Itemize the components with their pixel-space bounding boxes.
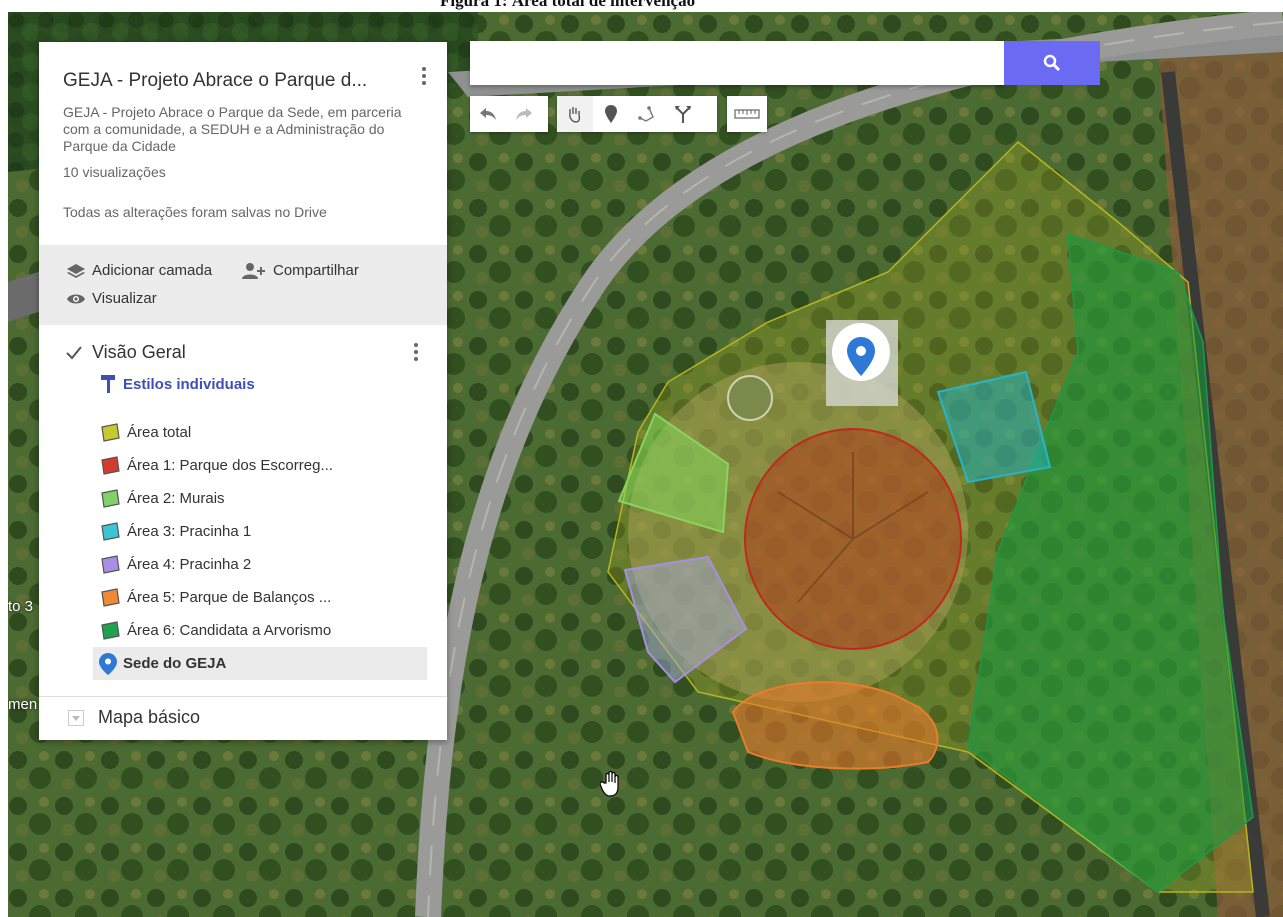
draw-line-button[interactable] [629,96,665,132]
add-layer-button[interactable]: Adicionar camada [67,262,212,279]
layer-options-icon[interactable] [409,340,423,366]
list-item-label: Área 6: Candidata a Arvorismo [127,622,332,639]
list-item-label: Área 2: Murais [127,490,225,507]
list-item[interactable]: Área 2: Murais [93,482,427,515]
list-item[interactable]: Área total [93,416,427,449]
add-marker-icon [605,105,617,123]
layer-visibility-checkbox[interactable] [66,345,82,361]
list-item-label: Área 3: Pracinha 1 [127,523,252,540]
polygon-icon [101,521,120,541]
layer-name[interactable]: Visão Geral [92,342,186,363]
layer-header: Visão Geral [66,342,186,363]
pan-button[interactable] [557,96,593,132]
search-input[interactable] [470,41,1004,85]
helipad [727,375,773,421]
individual-styles-link[interactable]: Estilos individuais [101,375,255,393]
map-side-panel: GEJA - Projeto Abrace o Parque d... GEJA… [39,42,447,740]
list-item[interactable]: Área 1: Parque dos Escorreg... [93,449,427,482]
list-item-label: Área 4: Pracinha 2 [127,556,252,573]
pan-hand-icon [569,107,581,123]
list-item[interactable]: Área 6: Candidata a Arvorismo [93,614,427,647]
view-count: 10 visualizações [63,164,166,180]
layers-icon [67,263,85,278]
hand-cursor-icon [600,771,619,797]
directions-button[interactable] [665,96,701,132]
save-status: Todas as alterações foram salvas no Driv… [63,204,327,220]
map-pin-icon [99,652,117,675]
polygon-icon [101,488,120,508]
polygon-icon [101,455,120,475]
expand-icon [68,709,84,726]
list-item[interactable]: Área 3: Pracinha 1 [93,515,427,548]
panel-divider [39,696,447,697]
individual-styles-label: Estilos individuais [123,375,255,393]
measure-ruler-icon [734,109,760,119]
list-item-label: Área 5: Parque de Balanços ... [127,589,332,606]
basemap-toggle[interactable]: Mapa básico [68,707,200,728]
share-label: Compartilhar [273,262,359,279]
redo-icon [516,108,532,120]
caption-text: Figura 1: Área total de intervenção [440,0,696,10]
add-layer-label: Adicionar camada [92,262,213,279]
map-title[interactable]: GEJA - Projeto Abrace o Parque d... [63,70,367,92]
undo-icon [480,108,496,120]
measure-button[interactable] [727,96,767,132]
polygon-icon [101,587,120,607]
undo-button[interactable] [470,96,506,132]
eye-icon [67,294,85,303]
polygon-icon [101,620,120,640]
add-person-icon [242,262,265,279]
list-item-label: Sede do GEJA [123,655,227,672]
preview-button[interactable]: Visualizar [67,290,157,307]
list-item-selected[interactable]: Sede do GEJA [93,647,427,680]
directions-icon [675,106,691,123]
draw-line-icon [638,106,654,122]
polygon-icon [101,554,120,574]
undo-redo-group [470,96,548,132]
drawing-tools-group [557,96,717,132]
sede-map-pin[interactable] [832,323,890,381]
paint-roller-icon [101,375,115,393]
panel-actions: Adicionar camada Compartilhar Visualizar [39,245,447,325]
figure-caption: Figura 1: Área total de intervenção [0,0,1283,12]
list-item-label: Área total [127,424,192,441]
list-item[interactable]: Área 5: Parque de Balanços ... [93,581,427,614]
map-edge-label: men [8,696,38,713]
list-item-label: Área 1: Parque dos Escorreg... [127,457,333,474]
add-marker-button[interactable] [593,96,629,132]
feature-list: Área total Área 1: Parque dos Escorreg..… [93,416,427,680]
basemap-label: Mapa básico [98,707,201,727]
redo-button[interactable] [506,96,542,132]
share-button[interactable]: Compartilhar [242,262,359,279]
map-edge-label: to 3 [8,598,34,615]
check-icon [66,345,82,359]
map-options-icon[interactable] [417,64,431,90]
measure-group [727,96,767,132]
list-item[interactable]: Área 4: Pracinha 2 [93,548,427,581]
polygon-icon [101,422,120,442]
preview-label: Visualizar [92,290,157,307]
map-description[interactable]: GEJA - Projeto Abrace o Parque da Sede, … [63,104,403,155]
search-icon [1043,54,1061,72]
search-button[interactable] [1004,41,1100,85]
